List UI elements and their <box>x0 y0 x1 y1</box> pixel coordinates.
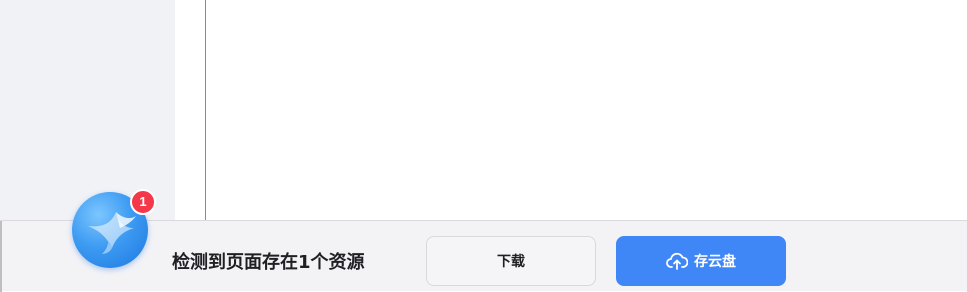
cloud-upload-icon <box>666 252 689 270</box>
save-to-cloud-label: 存云盘 <box>694 254 736 270</box>
download-button[interactable]: 下载 <box>426 236 596 286</box>
download-button-label: 下载 <box>497 254 525 270</box>
notification-badge: 1 <box>130 189 156 215</box>
page-content-area <box>175 0 967 221</box>
resource-detect-message: 检测到页面存在1个资源 <box>172 252 365 273</box>
content-divider <box>205 0 206 221</box>
save-to-cloud-button[interactable]: 存云盘 <box>616 236 786 286</box>
left-sidebar <box>0 0 175 221</box>
bar-left-edge <box>0 221 2 292</box>
